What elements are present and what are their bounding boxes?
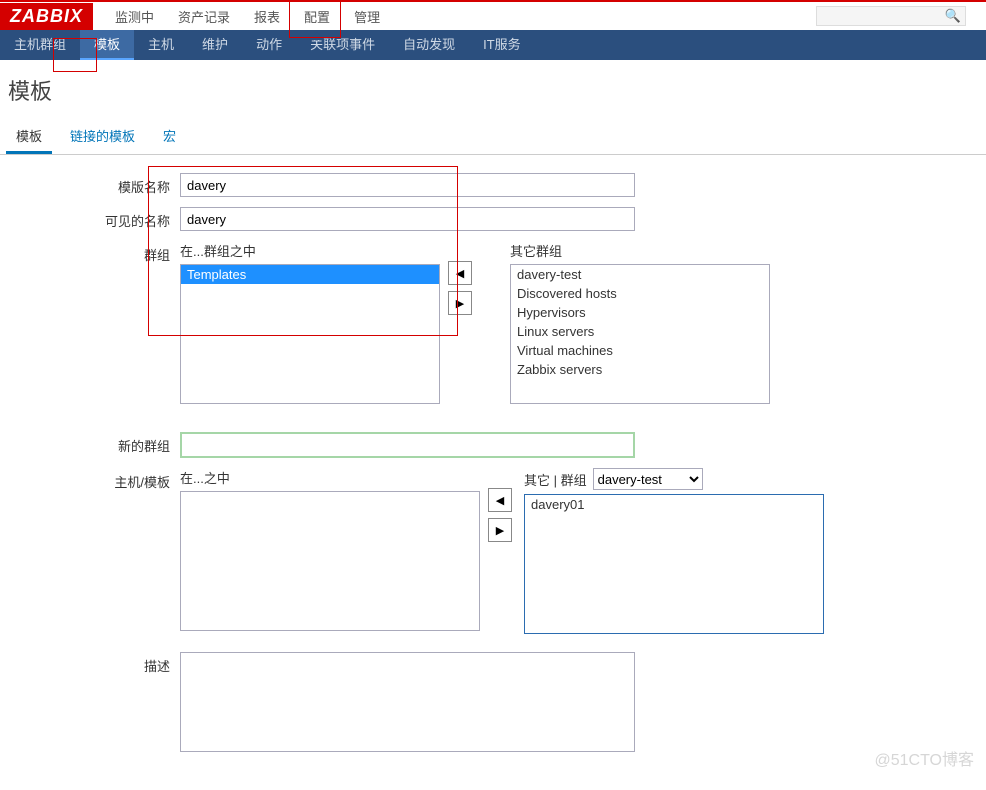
listbox-other-groups[interactable]: davery-test Discovered hosts Hypervisors… xyxy=(510,264,770,404)
nav-monitoring[interactable]: 监测中 xyxy=(103,1,166,32)
move-left-button[interactable]: ◀ xyxy=(448,261,472,285)
label-other-groups: 其它群组 xyxy=(510,241,770,260)
label-template-name: 模版名称 xyxy=(0,173,180,196)
label-new-group: 新的群组 xyxy=(0,432,180,455)
search-input[interactable] xyxy=(817,7,941,26)
move-right-button[interactable]: ▶ xyxy=(448,291,472,315)
input-new-group[interactable] xyxy=(180,432,635,458)
form-tabs: 模板 链接的模板 宏 xyxy=(0,120,986,155)
input-visible-name[interactable] xyxy=(180,207,635,231)
textarea-description[interactable] xyxy=(180,652,635,752)
sub-nav: 主机群组 模板 主机 维护 动作 关联项事件 自动发现 IT服务 xyxy=(0,30,986,60)
list-item[interactable]: Linux servers xyxy=(511,322,769,341)
move-right-button-hosts[interactable]: ▶ xyxy=(488,518,512,542)
list-item[interactable]: Hypervisors xyxy=(511,303,769,322)
label-hosts-templates: 主机/模板 xyxy=(0,468,180,491)
main-nav: 监测中 资产记录 报表 配置 管理 xyxy=(103,1,392,32)
label-in-groups: 在...群组之中 xyxy=(180,241,440,260)
listbox-in-groups[interactable]: Templates xyxy=(180,264,440,404)
list-item[interactable]: Discovered hosts xyxy=(511,284,769,303)
list-item[interactable]: Zabbix servers xyxy=(511,360,769,379)
move-left-button-hosts[interactable]: ◀ xyxy=(488,488,512,512)
list-item[interactable]: davery-test xyxy=(511,265,769,284)
page-title: 模板 xyxy=(0,60,986,120)
list-item[interactable]: Templates xyxy=(181,265,439,284)
listbox-in-hosts[interactable] xyxy=(180,491,480,631)
tab-template[interactable]: 模板 xyxy=(6,120,52,154)
search-icon[interactable]: 🔍 xyxy=(941,8,965,24)
label-groups: 群组 xyxy=(0,241,180,264)
label-other-hosts: 其它 | 群组 xyxy=(524,470,587,489)
subnav-hostgroups[interactable]: 主机群组 xyxy=(0,30,80,60)
subnav-templates[interactable]: 模板 xyxy=(80,30,134,60)
tab-linked-templates[interactable]: 链接的模板 xyxy=(60,120,145,154)
nav-reports[interactable]: 报表 xyxy=(242,1,292,32)
nav-inventory[interactable]: 资产记录 xyxy=(166,1,242,32)
subnav-maintenance[interactable]: 维护 xyxy=(188,30,242,60)
label-in-hosts: 在...之中 xyxy=(180,468,480,487)
label-description: 描述 xyxy=(0,652,180,675)
zabbix-logo: ZABBIX xyxy=(0,3,93,30)
nav-administration[interactable]: 管理 xyxy=(342,1,392,32)
list-item[interactable]: davery01 xyxy=(525,495,823,514)
select-host-group[interactable]: davery-test xyxy=(593,468,703,490)
subnav-it-services[interactable]: IT服务 xyxy=(469,30,535,60)
tab-macros[interactable]: 宏 xyxy=(153,120,186,154)
label-visible-name: 可见的名称 xyxy=(0,207,180,230)
listbox-other-hosts[interactable]: davery01 xyxy=(524,494,824,634)
input-template-name[interactable] xyxy=(180,173,635,197)
subnav-hosts[interactable]: 主机 xyxy=(134,30,188,60)
global-search[interactable]: 🔍 xyxy=(816,6,966,26)
list-item[interactable]: Virtual machines xyxy=(511,341,769,360)
subnav-actions[interactable]: 动作 xyxy=(242,30,296,60)
subnav-discovery[interactable]: 自动发现 xyxy=(389,30,469,60)
nav-configuration[interactable]: 配置 xyxy=(292,1,342,32)
watermark: @51CTO博客 xyxy=(874,746,974,770)
